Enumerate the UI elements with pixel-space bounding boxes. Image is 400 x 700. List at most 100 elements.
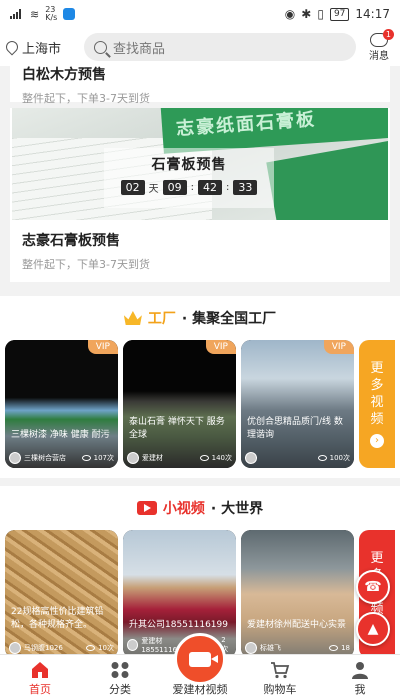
cart-icon (271, 662, 290, 679)
vip-badge: VIP (205, 340, 236, 354)
video-author: 马钢腹1026 (24, 644, 63, 652)
more-label-char: 频 (370, 412, 384, 427)
video-caption: 优创合思精品质门/线 数理谐询 (247, 417, 343, 440)
eye-icon (81, 455, 91, 461)
tab-video[interactable]: 爱建材视频 (160, 633, 240, 700)
net-speed: 23 K/s (45, 5, 58, 22)
eye-icon (199, 455, 209, 461)
location-selector[interactable]: 上海市 (3, 38, 84, 57)
presale-card-pine[interactable]: 白松木方预售 整件起下，下单3-7天到货 (10, 66, 390, 105)
video-caption: 升其公司18551116199 (129, 620, 228, 630)
section-heading: 小视频 · 大世界 (0, 496, 400, 520)
video-author: 三棵树合营店 (24, 454, 66, 462)
more-label-char: 多 (370, 378, 384, 393)
countdown-timer: 02 天 09: 42: 33 (104, 180, 274, 195)
headset-icon: ☎ (364, 579, 382, 595)
short-video-tile[interactable]: 22规格高性价比建筑铅松，各种规格齐全。 马钢腹1026 10次 (5, 530, 118, 654)
eye-status-icon: ◉ (284, 7, 296, 21)
presale-title: 白松木方预售 (22, 67, 106, 83)
signal-icon (10, 9, 24, 19)
arrow-right-icon: › (370, 434, 384, 448)
bottom-tab-bar: 首页 分类 爱建材视频 购物车 我 (0, 633, 400, 700)
more-label-char: 更 (370, 361, 384, 376)
section-heading: 工厂 · 集聚全国工厂 (0, 306, 400, 330)
battery-level: 97 (329, 7, 350, 21)
short-video-section: 小视频 · 大世界 22规格高性价比建筑铅松，各种规格齐全。 马钢腹1026 10… (0, 486, 400, 654)
factory-video-tile[interactable]: VIP 优创合思精品质门/线 数理谐询 100次 (241, 340, 354, 468)
tab-cart[interactable]: 购物车 (240, 655, 320, 700)
factory-section: 工厂 · 集聚全国工厂 VIP 三棵树漆 净味 健康 耐污 三棵树合营店 107次… (0, 296, 400, 478)
video-caption: 爱建材徐州配送中心实景 (247, 620, 347, 630)
countdown-day-unit: 天 (148, 184, 159, 195)
view-count: 10次 (98, 644, 114, 652)
section-title: · 集聚全国工厂 (181, 311, 277, 327)
vip-badge: VIP (323, 340, 354, 354)
status-bar: ≋ 23 K/s ◉ ✱ ▯ 97 14:17 (0, 0, 400, 28)
avatar (127, 452, 139, 464)
eye-icon (86, 645, 96, 651)
search-placeholder: 查找商品 (113, 41, 166, 57)
tab-label: 我 (354, 683, 366, 696)
search-bar[interactable]: 查找商品 (84, 33, 356, 61)
countdown-panel: 石膏板预售 02 天 09: 42: 33 (104, 148, 274, 208)
back-to-top-button[interactable]: ▲ (356, 612, 390, 646)
customer-service-button[interactable]: ☎ (356, 570, 390, 604)
more-label-char: 视 (370, 395, 384, 410)
section-title: · 大世界 (210, 501, 264, 517)
countdown-seconds: 33 (233, 180, 258, 195)
avatar (9, 642, 21, 654)
avatar (127, 639, 139, 651)
vibrate-icon: ▯ (317, 7, 324, 21)
banner-title: 石膏板预售 (151, 157, 227, 173)
video-caption: 22规格高性价比建筑铅松，各种规格齐全。 (11, 607, 104, 630)
countdown-hours: 09 (162, 180, 187, 195)
factory-video-row[interactable]: VIP 三棵树漆 净味 健康 耐污 三棵树合营店 107次 VIP 泰山石膏 禅怀… (0, 330, 400, 478)
rocket-icon: ▲ (367, 621, 379, 637)
view-count: 140次 (211, 454, 232, 462)
more-videos-button[interactable]: 更 多 视 频 › (359, 340, 395, 468)
presale-subtitle: 整件起下，下单3-7天到货 (22, 258, 150, 271)
video-camera-icon (174, 633, 226, 685)
search-icon (94, 40, 107, 54)
user-icon (352, 662, 368, 679)
tab-label: 首页 (29, 683, 51, 696)
factory-video-tile[interactable]: VIP 三棵树漆 净味 健康 耐污 三棵树合营店 107次 (5, 340, 118, 468)
tab-category[interactable]: 分类 (80, 655, 160, 700)
video-caption: 泰山石膏 禅怀天下 服务全球 (129, 417, 225, 440)
tab-me[interactable]: 我 (320, 655, 400, 700)
location-label: 上海市 (22, 41, 62, 57)
message-button[interactable]: 1 消息 (364, 28, 394, 62)
tab-home[interactable]: 首页 (0, 655, 80, 700)
countdown-days: 02 (120, 180, 145, 195)
message-badge: 1 (382, 28, 394, 40)
view-count: 100次 (329, 454, 350, 462)
video-icon (136, 501, 157, 515)
eye-icon (329, 645, 339, 651)
crown-icon (123, 311, 142, 325)
avatar (245, 642, 257, 654)
vip-badge: VIP (87, 340, 118, 354)
home-icon (32, 662, 48, 678)
app-notification-icon (63, 8, 76, 20)
eye-icon (317, 455, 327, 461)
short-video-tile[interactable]: 升其公司18551116199 爱建材18551116199 2次 (123, 530, 236, 654)
avatar (9, 452, 21, 464)
grid-icon (111, 662, 129, 678)
view-count: 18 (341, 644, 350, 652)
home-feed[interactable]: 白松木方预售 整件起下，下单3-7天到货 志豪纸面石膏板 石膏板预售 02 天 … (0, 66, 400, 654)
view-count: 107次 (93, 454, 114, 462)
top-header: 上海市 查找商品 1 消息 (0, 28, 400, 66)
video-caption: 三棵树漆 净味 健康 耐污 (11, 430, 110, 440)
wifi-icon: ≋ (30, 7, 40, 21)
bluetooth-icon: ✱ (301, 7, 312, 21)
short-video-tile[interactable]: 爱建材徐州配送中心实景 标雄飞 18 (241, 530, 354, 654)
section-title-highlight: 小视频 (162, 501, 205, 517)
tab-label: 购物车 (263, 683, 297, 696)
factory-video-tile[interactable]: VIP 泰山石膏 禅怀天下 服务全球 爱建材 140次 (123, 340, 236, 468)
location-pin-icon (3, 38, 21, 56)
presale-title: 志豪石膏板预售 (22, 233, 120, 249)
presale-card-gypsum[interactable]: 志豪纸面石膏板 石膏板预售 02 天 09: 42: 33 志豪石膏板预售 整件… (10, 108, 390, 282)
clock: 14:17 (355, 7, 390, 21)
section-title-highlight: 工厂 (147, 311, 176, 327)
more-label-char: 更 (370, 551, 384, 566)
